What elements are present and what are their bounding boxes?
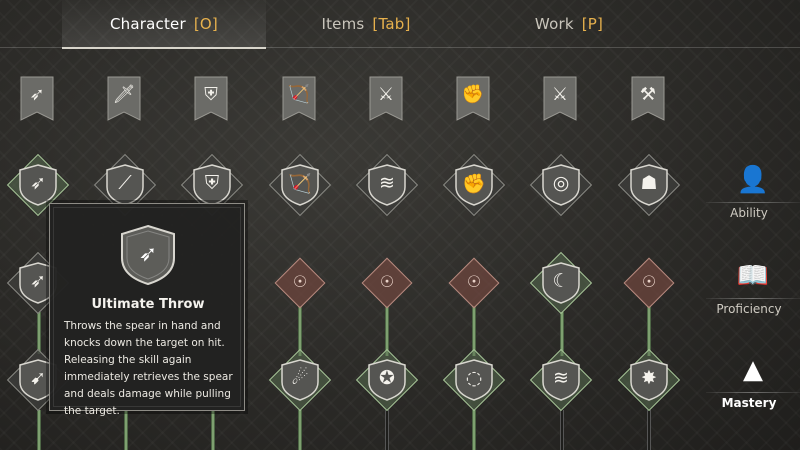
shield-bash-icon: ⛨ [204,172,220,194]
skill-node[interactable]: ✊ [442,153,506,217]
skill-node[interactable]: ≋ [355,153,419,217]
vortex-icon: ◌ [465,367,483,389]
skill-node[interactable]: ✸ [617,348,681,412]
skill-connector [298,410,302,450]
skill-node[interactable]: ☉ [357,253,417,313]
shield-icon: ⛨ [204,84,218,105]
sidebar-divider [706,298,800,299]
skill-connector [37,410,41,450]
skill-node[interactable]: ◎ [529,153,593,217]
tooltip-skill-description: Throws the spear in hand and knocks down… [64,320,233,417]
tab-items[interactable]: Items [Tab] [266,0,466,48]
tab-character-hotkey: [O] [193,15,218,33]
skill-node[interactable]: ☉ [619,253,679,313]
hammer-icon: ⚒ [639,84,657,105]
mastery-icon: ▲ [743,355,763,385]
weapon-banner[interactable]: ⛨ [194,76,228,126]
weapon-banner[interactable]: ⚔ [369,76,403,126]
tab-work-hotkey: [P] [581,15,604,33]
sword-icon: 🗡 [112,84,136,105]
tab-work-label: Work [534,15,574,33]
gauntlet-icon: ✊ [461,84,485,105]
book-icon: 📖 [736,261,770,291]
tooltip-skill-name: Ultimate Throw [91,297,205,312]
top-tab-bar: Character [O] Items [Tab] Work [P] [0,0,800,49]
mind-icon: ☉ [466,272,482,291]
skill-connector-locked [647,410,651,450]
skill-node[interactable]: ☉ [270,253,330,313]
skill-node[interactable]: ◌ [442,348,506,412]
tooltip-skill-icon: ➶ [120,224,176,286]
rend-icon: ≋ [553,367,569,389]
skill-connector-locked [560,410,564,450]
skill-node[interactable]: 🏹 [268,153,332,217]
weapon-banner[interactable]: ➶ [20,76,54,126]
sidebar-item-mastery[interactable]: ▲ Mastery [706,348,800,420]
sidebar-item-label: Ability [730,206,768,220]
bow-icon: 🏹 [287,84,311,105]
sweep-icon: ☾ [552,270,570,292]
tab-character[interactable]: Character [O] [62,0,266,49]
mind-icon: ☉ [641,272,657,291]
skill-node[interactable]: ✪ [355,348,419,412]
mind-icon: ☉ [292,272,308,291]
ability-icon: 👤 [736,165,770,195]
weapon-banner[interactable]: ⚔ [543,76,577,126]
skill-tooltip: ➶ Ultimate Throw Throws the spear in han… [49,203,245,417]
spear-icon: ➶ [29,84,45,105]
character-sidebar: 👤 Ability 📖 Proficiency ▲ Mastery [706,150,800,410]
sidebar-item-label: Mastery [721,396,777,410]
archer-icon: 🏹 [288,173,312,195]
tab-items-hotkey: [Tab] [372,15,411,33]
sidebar-item-proficiency[interactable]: 📖 Proficiency [706,254,800,326]
greatsword-icon: ⚔ [551,84,569,105]
blade-flurry-icon: ≋ [379,172,395,194]
punch-icon: ✊ [462,173,486,195]
spin-kick-icon: ✪ [379,367,395,389]
skill-node[interactable]: ☾ [529,251,593,315]
sword-slash-icon: ⟋ [118,172,132,194]
tab-character-label: Character [110,15,186,33]
sidebar-divider [706,392,800,393]
spear-throw-icon: ➶ [138,242,158,267]
impact-icon: ✸ [641,367,657,389]
weapon-banner[interactable]: ⚒ [631,76,665,126]
weapon-banner[interactable]: 🏹 [282,76,316,126]
skill-node[interactable]: ☗ [617,153,681,217]
sidebar-item-label: Proficiency [716,302,782,316]
skill-connector-locked [385,410,389,450]
sidebar-divider [706,202,800,203]
sidebar-item-ability[interactable]: 👤 Ability [706,158,800,230]
whirl-slash-icon: ◎ [552,172,570,194]
skill-node[interactable]: ☉ [444,253,504,313]
weapon-banner[interactable]: ✊ [456,76,490,126]
skill-node[interactable]: ≋ [529,348,593,412]
skill-connector [472,410,476,450]
strongman-icon: ☗ [640,172,658,194]
dual-blades-icon: ⚔ [377,84,395,105]
tab-work[interactable]: Work [P] [466,0,672,48]
skill-node[interactable]: ☄ [268,348,332,412]
spear-throw-icon: ➶ [30,172,46,194]
cyclone-icon: ☄ [291,367,309,389]
weapon-banner[interactable]: 🗡 [107,76,141,126]
tab-items-label: Items [321,15,365,33]
mind-icon: ☉ [379,272,395,291]
